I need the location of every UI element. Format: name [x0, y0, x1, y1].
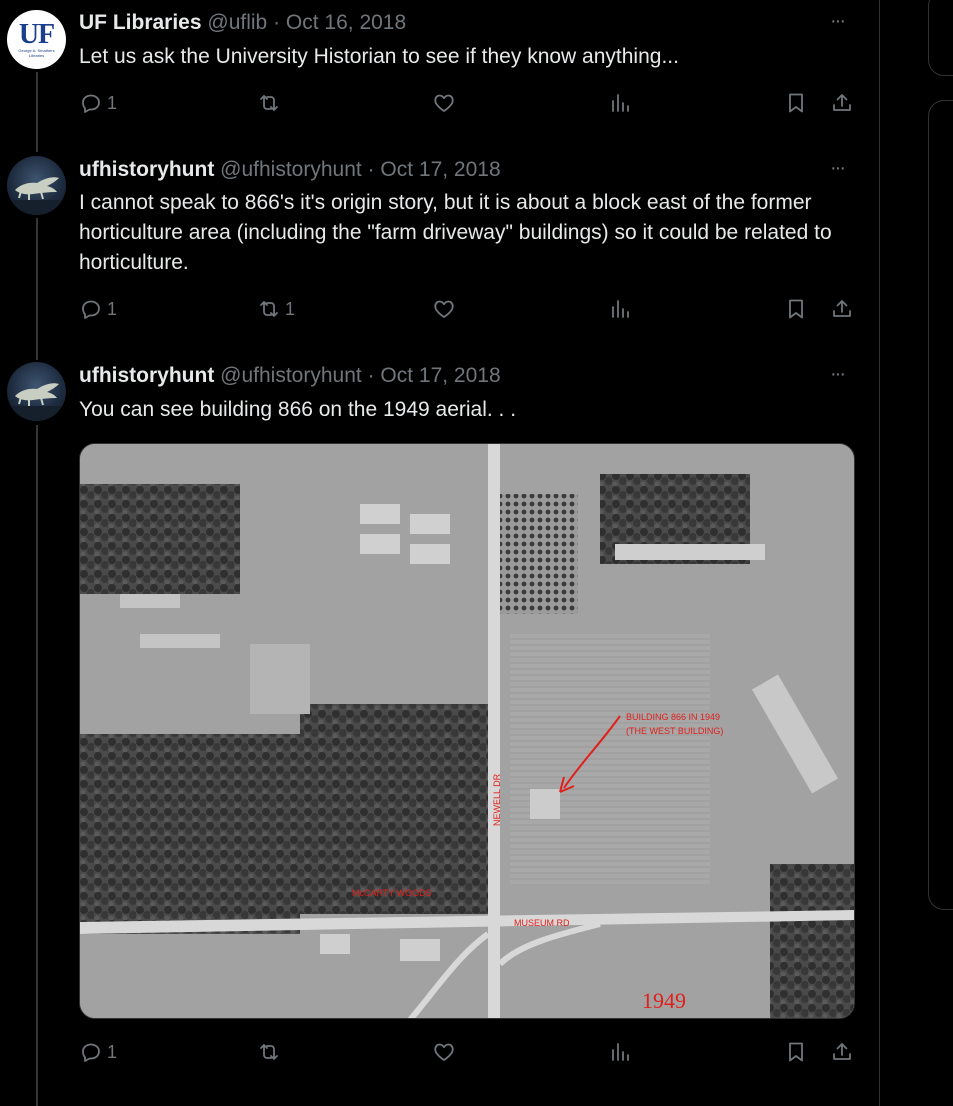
tweet-text: You can see building 866 on the 1949 aer… [79, 398, 517, 421]
views-icon [612, 1043, 629, 1061]
like-icon [434, 1043, 454, 1061]
bookmark-button[interactable] [784, 1040, 808, 1064]
more-options-icon[interactable]: ··· [830, 10, 846, 33]
avatar-logo-text: UF [18, 18, 55, 50]
avatar-logo-subtext: George A. Smathers Libraries [18, 47, 55, 58]
reply-count: 1 [107, 298, 118, 319]
reply-icon [82, 94, 100, 113]
separator: · [367, 158, 375, 181]
retweet-icon [260, 1044, 278, 1060]
share-button[interactable] [830, 91, 854, 115]
reply-button[interactable]: 1 [79, 91, 117, 115]
sidebar-search-edge [928, 0, 953, 76]
annotation-newell-dr: NEWELL DR [492, 773, 502, 826]
views-icon [612, 300, 629, 318]
thread-connector [36, 425, 38, 1106]
share-icon [833, 300, 851, 317]
retweet-icon [260, 301, 278, 317]
bookmark-button[interactable] [784, 91, 808, 115]
handle[interactable]: @ufhistoryhunt [220, 364, 362, 387]
tweet-header: ufhistoryhunt @ufhistoryhunt · Oct 17, 2… [79, 157, 501, 183]
avatar[interactable]: UF George A. Smathers Libraries [7, 10, 66, 69]
views-icon [612, 94, 629, 112]
tweet-header: UF Libraries @uflib · Oct 16, 2018 [79, 10, 406, 36]
display-name[interactable]: ufhistoryhunt [79, 364, 214, 387]
avatar[interactable] [7, 362, 66, 421]
tweet-actions: 1 [79, 91, 869, 119]
retweet-icon [260, 95, 278, 111]
tweet-header: ufhistoryhunt @ufhistoryhunt · Oct 17, 2… [79, 363, 501, 389]
avatar[interactable] [7, 156, 66, 215]
reply-count: 1 [107, 1041, 118, 1062]
tweet-date[interactable]: Oct 17, 2018 [380, 158, 500, 181]
bookmark-button[interactable] [784, 297, 808, 321]
display-name[interactable]: ufhistoryhunt [79, 158, 214, 181]
more-options-icon[interactable]: ··· [830, 157, 846, 180]
views-button[interactable] [608, 297, 632, 321]
annotation-mccarty-woods: McCARTY WOODS [352, 888, 432, 898]
retweet-button[interactable] [257, 91, 285, 115]
tweet-date[interactable]: Oct 16, 2018 [286, 11, 406, 34]
aerial-photo-image: BUILDING 866 IN 1949 (THE WEST BUILDING)… [80, 444, 854, 1018]
tweet-text: I cannot speak to 866's it's origin stor… [79, 191, 832, 274]
timeline: UF George A. Smathers Libraries UF Libra… [0, 0, 880, 1106]
share-icon [833, 94, 851, 111]
reply-button[interactable]: 1 [79, 297, 117, 321]
reply-button[interactable]: 1 [79, 1040, 117, 1064]
share-button[interactable] [830, 297, 854, 321]
sidebar-card-edge [928, 100, 953, 910]
gator-avatar-icon [7, 177, 66, 215]
gator-avatar-icon [7, 383, 66, 421]
column-divider [879, 0, 880, 1106]
views-button[interactable] [608, 1040, 632, 1064]
retweet-button[interactable]: 1 [257, 297, 295, 321]
retweet-button[interactable] [257, 1040, 281, 1064]
like-button[interactable] [432, 297, 456, 321]
share-icon [833, 1043, 851, 1060]
annotation-museum-rd: MUSEUM RD [514, 918, 570, 928]
annotation-building-line1: BUILDING 866 IN 1949 [626, 712, 720, 722]
more-options-icon[interactable]: ··· [830, 363, 846, 386]
annotation-building-line2: (THE WEST BUILDING) [626, 726, 723, 736]
bookmark-icon [789, 1042, 803, 1062]
reply-icon [82, 1043, 100, 1062]
bookmark-icon [789, 299, 803, 319]
share-button[interactable] [830, 1040, 854, 1064]
retweet-count: 1 [285, 298, 296, 319]
views-button[interactable] [608, 91, 632, 115]
handle[interactable]: @ufhistoryhunt [220, 158, 362, 181]
like-icon [434, 300, 454, 318]
handle[interactable]: @uflib [207, 11, 267, 34]
tweet-actions: 1 1 [79, 297, 869, 325]
annotation-year: 1949 [642, 988, 686, 1013]
aerial-photo[interactable]: BUILDING 866 IN 1949 (THE WEST BUILDING)… [79, 443, 855, 1019]
like-icon [434, 94, 454, 112]
tweet-date[interactable]: Oct 17, 2018 [380, 364, 500, 387]
display-name[interactable]: UF Libraries [79, 11, 202, 34]
separator: · [273, 11, 281, 34]
thread-connector [36, 218, 38, 360]
tweet-actions: 1 [79, 1040, 869, 1068]
like-button[interactable] [432, 91, 456, 115]
separator: · [367, 364, 375, 387]
like-button[interactable] [432, 1040, 456, 1064]
tweet-text: Let us ask the University Historian to s… [79, 45, 679, 68]
thread-connector [36, 72, 38, 152]
reply-count: 1 [107, 92, 118, 113]
bookmark-icon [789, 93, 803, 113]
reply-icon [82, 300, 100, 319]
